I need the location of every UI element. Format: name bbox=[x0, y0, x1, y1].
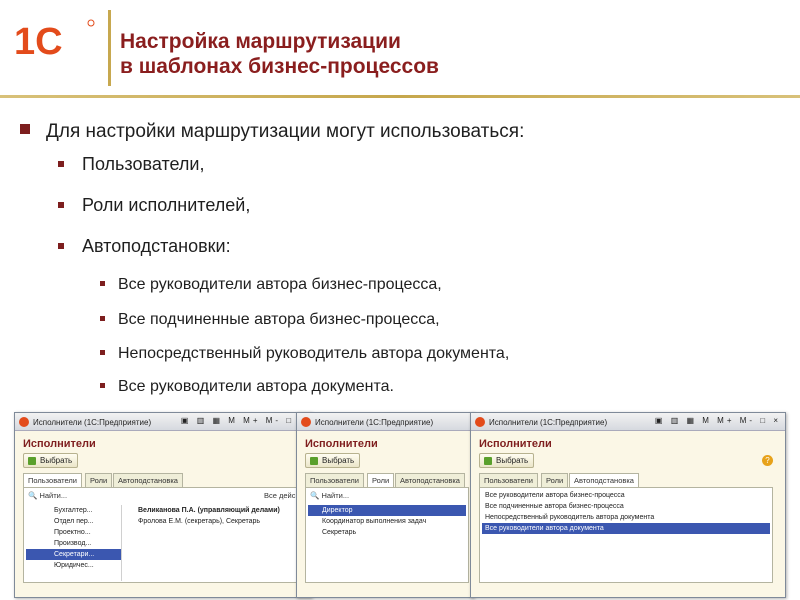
bullet-square-icon bbox=[58, 243, 64, 249]
roles-list[interactable]: Директор Координатор выполнения задач Се… bbox=[308, 505, 466, 538]
tab-panel: Все руководители автора бизнес-процесса … bbox=[479, 487, 773, 583]
tree-item[interactable]: Отдел пер... bbox=[26, 516, 121, 527]
list-item[interactable]: Все руководители автора бизнес-процесса bbox=[482, 490, 770, 501]
find-button[interactable]: 🔍 Найти... bbox=[28, 491, 67, 500]
bullet-subsub-text: Непосредственный руководитель автора док… bbox=[118, 345, 510, 362]
select-icon bbox=[310, 457, 318, 465]
header-divider bbox=[108, 10, 111, 86]
form-heading: Исполнители bbox=[305, 438, 378, 450]
bullet-square-icon bbox=[100, 383, 105, 388]
select-icon bbox=[484, 457, 492, 465]
tree-item-selected[interactable]: Секретари... bbox=[26, 549, 121, 560]
bullet-square-icon bbox=[20, 124, 30, 134]
window-autosubstitution[interactable]: Исполнители (1С:Предприятие) ▣ ▥ ▦ M M+ … bbox=[470, 412, 786, 598]
bullet-square-icon bbox=[100, 281, 105, 286]
tree-item[interactable]: Производ... bbox=[26, 538, 121, 549]
find-label: Найти... bbox=[39, 491, 68, 500]
window-titlebar[interactable]: Исполнители (1С:Предприятие) ▣ ▥ ▦ M M+ … bbox=[471, 413, 785, 431]
bullet-square-icon bbox=[58, 161, 64, 167]
logo-1c: 1С bbox=[14, 19, 95, 62]
tab-autosubstitution[interactable]: Автоподстановка bbox=[113, 473, 183, 487]
select-button[interactable]: Выбрать bbox=[305, 453, 361, 468]
select-button-label: Выбрать bbox=[322, 456, 355, 465]
find-button[interactable]: 🔍 Найти... bbox=[310, 491, 349, 500]
slide: 1С Настройка маршрутизации в шаблонах би… bbox=[0, 0, 800, 600]
window-title: Исполнители (1С:Предприятие) bbox=[315, 418, 434, 427]
tab-roles[interactable]: Роли bbox=[541, 473, 569, 487]
all-users-label[interactable]: Все дейс bbox=[264, 491, 296, 500]
bullet-main-text: Для настройки маршрутизации могут исполь… bbox=[46, 121, 525, 142]
tab-roles[interactable]: Роли bbox=[367, 473, 395, 488]
tree-item[interactable]: Юридичес... bbox=[26, 560, 121, 571]
bullet-sub-text: Пользователи, bbox=[82, 154, 205, 174]
form-heading: Исполнители bbox=[479, 438, 552, 450]
select-icon bbox=[28, 457, 36, 465]
list-item[interactable]: Фролова Е.М. (секретарь), Секретарь bbox=[128, 516, 280, 527]
select-button-label: Выбрать bbox=[40, 456, 73, 465]
logo-text: 1С bbox=[14, 21, 63, 62]
bullet-square-icon bbox=[100, 316, 105, 321]
tab-panel: 🔍 Найти... Директор Координатор выполнен… bbox=[305, 487, 469, 583]
users-list[interactable]: Великанова П.А. (управляющий делами) Фро… bbox=[128, 505, 280, 527]
app-icon bbox=[19, 417, 29, 427]
bullet-subsub-text: Все руководители автора бизнес-процесса, bbox=[118, 276, 442, 293]
list-item-selected[interactable]: Директор bbox=[308, 505, 466, 516]
window-title: Исполнители (1С:Предприятие) bbox=[33, 418, 152, 427]
title-line-1: Настройка маршрутизации bbox=[120, 30, 401, 53]
select-button-label: Выбрать bbox=[496, 456, 529, 465]
bullet-sub-text: Автоподстановки: bbox=[82, 236, 231, 256]
tab-roles[interactable]: Роли bbox=[85, 473, 113, 487]
bullet-sub-text: Роли исполнителей, bbox=[82, 195, 251, 215]
list-item[interactable]: Координатор выполнения задач bbox=[308, 516, 466, 527]
page-title: Настройка маршрутизации в шаблонах бизне… bbox=[120, 29, 439, 79]
help-icon[interactable]: ? bbox=[762, 455, 773, 466]
title-line-2: в шаблонах бизнес-процессов bbox=[120, 55, 439, 78]
list-item[interactable]: Все подчиненные автора бизнес-процесса bbox=[482, 501, 770, 512]
header-rule bbox=[0, 95, 800, 98]
department-tree[interactable]: Бухгалтер... Отдел пер... Проектно... Пр… bbox=[26, 505, 122, 581]
bullet-square-icon bbox=[58, 202, 64, 208]
window-titlebar[interactable]: Исполнители (1С:Предприятие) ▣ ▥ ▦ M M+ … bbox=[15, 413, 311, 431]
tree-item[interactable]: Бухгалтер... bbox=[26, 505, 121, 516]
bullet-subsub-text: Все руководители автора документа. bbox=[118, 378, 394, 395]
list-item[interactable]: Непосредственный руководитель автора док… bbox=[482, 512, 770, 523]
bullet-square-icon bbox=[100, 350, 105, 355]
window-title: Исполнители (1С:Предприятие) bbox=[489, 418, 608, 427]
list-item[interactable]: Секретарь bbox=[308, 527, 466, 538]
tab-users[interactable]: Пользователи bbox=[479, 473, 538, 487]
autosubstitution-list[interactable]: Все руководители автора бизнес-процесса … bbox=[482, 490, 770, 534]
window-roles[interactable]: Исполнители (1С:Предприятие) Исполнители… bbox=[296, 412, 474, 598]
tab-autosubstitution[interactable]: Автоподстановка bbox=[395, 473, 465, 487]
app-icon bbox=[301, 417, 311, 427]
window-titlebar[interactable]: Исполнители (1С:Предприятие) bbox=[297, 413, 473, 431]
list-item-selected[interactable]: Все руководители автора документа bbox=[482, 523, 770, 534]
form-heading: Исполнители bbox=[23, 438, 96, 450]
find-label: Найти... bbox=[321, 491, 350, 500]
app-icon bbox=[475, 417, 485, 427]
tab-users[interactable]: Пользователи bbox=[305, 473, 364, 487]
list-item[interactable]: Великанова П.А. (управляющий делами) bbox=[128, 505, 280, 516]
window-controls[interactable]: ▣ ▥ ▦ M M+ M- □ × bbox=[181, 416, 307, 425]
tab-panel: 🔍 Найти... Все дейс Бухгалтер... Отдел п… bbox=[23, 487, 305, 583]
select-button[interactable]: Выбрать bbox=[479, 453, 535, 468]
window-users[interactable]: Исполнители (1С:Предприятие) ▣ ▥ ▦ M M+ … bbox=[14, 412, 312, 598]
tab-autosubstitution[interactable]: Автоподстановка bbox=[569, 473, 639, 488]
tab-users[interactable]: Пользователи bbox=[23, 473, 82, 488]
tree-item[interactable]: Проектно... bbox=[26, 527, 121, 538]
bullet-subsub-text: Все подчиненные автора бизнес-процесса, bbox=[118, 311, 440, 328]
window-controls[interactable]: ▣ ▥ ▦ M M+ M- □ × bbox=[655, 416, 781, 425]
select-button[interactable]: Выбрать bbox=[23, 453, 79, 468]
